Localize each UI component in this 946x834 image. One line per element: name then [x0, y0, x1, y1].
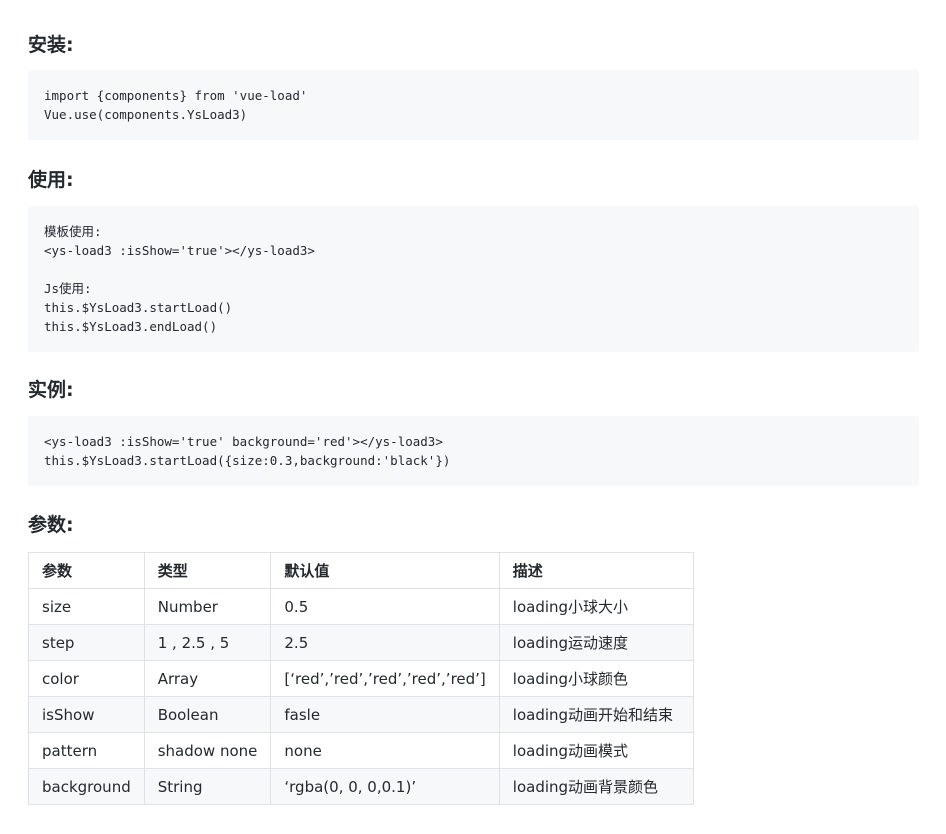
- header-param: 参数: [28, 552, 145, 589]
- cell-description: loading动画开始和结束: [498, 696, 694, 733]
- cell-param: step: [28, 624, 145, 661]
- table-row: isShow Boolean fasle loading动画开始和结束: [28, 696, 694, 733]
- cell-default: fasle: [270, 696, 500, 733]
- example-code-block: <ys-load3 :isShow='true' background='red…: [28, 416, 919, 486]
- cell-param: size: [28, 588, 145, 625]
- table-header-row: 参数 类型 默认值 描述: [28, 552, 694, 589]
- header-type: 类型: [143, 552, 272, 589]
- header-default: 默认值: [270, 552, 500, 589]
- cell-param: isShow: [28, 696, 145, 733]
- cell-type: String: [143, 768, 272, 805]
- params-table: 参数 类型 默认值 描述 size Number 0.5 loading小球大小…: [28, 552, 694, 805]
- cell-default: 2.5: [270, 624, 500, 661]
- table-row: step 1 , 2.5 , 5 2.5 loading运动速度: [28, 624, 694, 661]
- code-line: Js使用:: [44, 281, 92, 296]
- cell-description: loading小球颜色: [498, 660, 694, 697]
- header-description: 描述: [498, 552, 694, 589]
- cell-default: ‘rgba(0, 0, 0,0.1)’: [270, 768, 500, 805]
- table-row: color Array [‘red’,’red’,’red’,’red’,’re…: [28, 660, 694, 697]
- cell-type: Number: [143, 588, 272, 625]
- cell-description: loading小球大小: [498, 588, 694, 625]
- table-row: background String ‘rgba(0, 0, 0,0.1)’ lo…: [28, 768, 694, 805]
- code-line: Vue.use(components.YsLoad3): [44, 107, 248, 122]
- cell-type: 1 , 2.5 , 5: [143, 624, 272, 661]
- cell-type: shadow none: [143, 732, 272, 769]
- cell-description: loading动画模式: [498, 732, 694, 769]
- example-heading: 实例:: [28, 379, 74, 401]
- cell-description: loading运动速度: [498, 624, 694, 661]
- code-line: this.$YsLoad3.endLoad(): [44, 319, 218, 334]
- code-line: 模板使用:: [44, 224, 102, 239]
- table-row: pattern shadow none none loading动画模式: [28, 732, 694, 769]
- code-line: this.$YsLoad3.startLoad({size:0.3,backgr…: [44, 453, 451, 468]
- cell-param: color: [28, 660, 145, 697]
- usage-heading: 使用:: [28, 169, 74, 191]
- cell-param: pattern: [28, 732, 145, 769]
- cell-type: Array: [143, 660, 272, 697]
- cell-default: [‘red’,’red’,’red’,’red’,’red’]: [270, 660, 500, 697]
- code-line: <ys-load3 :isShow='true' background='red…: [44, 434, 443, 449]
- params-heading: 参数:: [28, 514, 74, 536]
- cell-description: loading动画背景颜色: [498, 768, 694, 805]
- code-line: this.$YsLoad3.startLoad(): [44, 300, 233, 315]
- install-heading: 安装:: [28, 34, 74, 56]
- cell-type: Boolean: [143, 696, 272, 733]
- cell-default: none: [270, 732, 500, 769]
- install-code-block: import {components} from 'vue-load' Vue.…: [28, 70, 919, 140]
- usage-code-block: 模板使用: <ys-load3 :isShow='true'></ys-load…: [28, 206, 919, 352]
- cell-default: 0.5: [270, 588, 500, 625]
- table-row: size Number 0.5 loading小球大小: [28, 588, 694, 625]
- code-line: <ys-load3 :isShow='true'></ys-load3>: [44, 243, 315, 258]
- code-line: import {components} from 'vue-load': [44, 88, 308, 103]
- cell-param: background: [28, 768, 145, 805]
